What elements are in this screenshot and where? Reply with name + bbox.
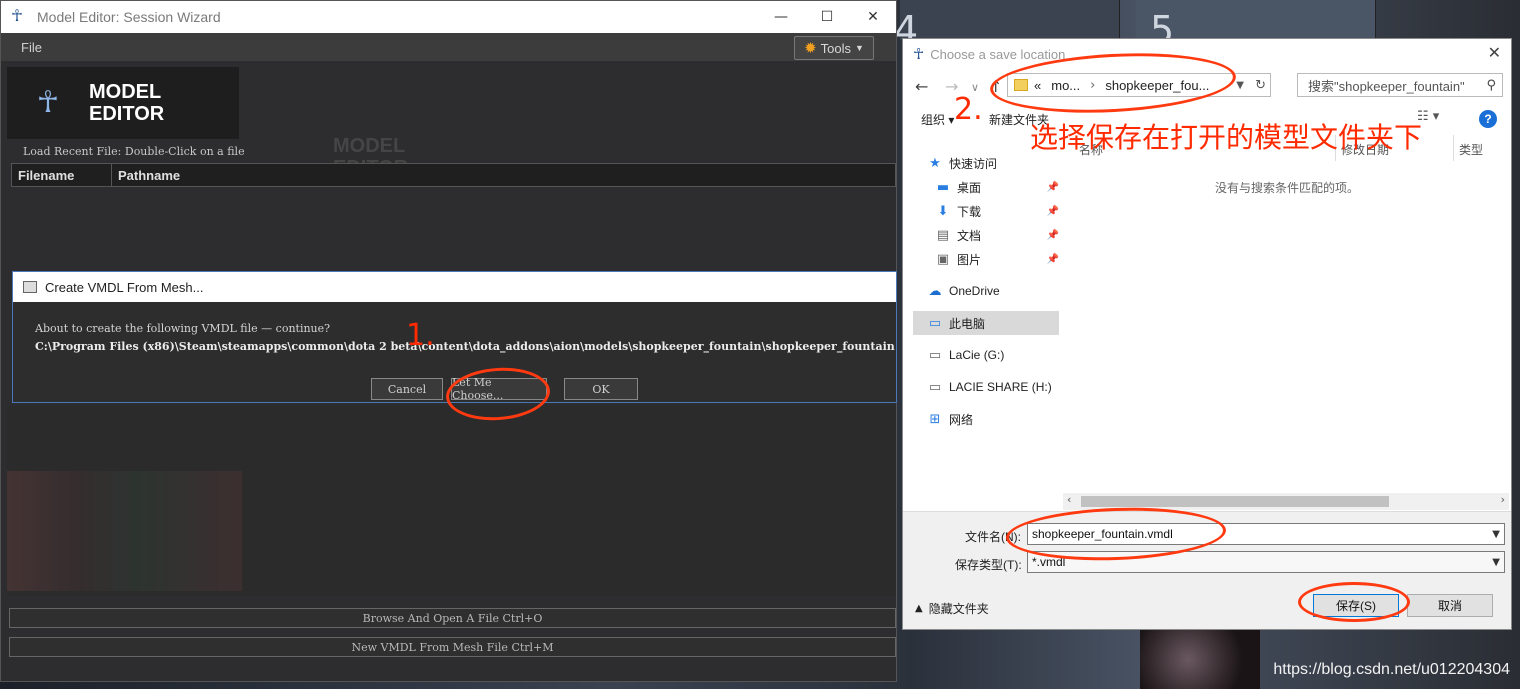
- cancel-button[interactable]: 取消: [1407, 594, 1493, 617]
- chevron-down-icon: ▼: [855, 43, 864, 53]
- annotation-step-1: 1.: [406, 318, 435, 353]
- chevron-up-icon: ▲: [915, 603, 923, 614]
- chevron-down-icon[interactable]: ▼: [1236, 80, 1244, 91]
- search-input[interactable]: 搜索"shopkeeper_fountain" ⚲: [1297, 73, 1503, 97]
- back-arrow-icon[interactable]: ←: [915, 77, 928, 96]
- picture-icon: ▣: [936, 251, 950, 267]
- column-separator: [1453, 135, 1454, 161]
- dialog-title-bar[interactable]: Create VMDL From Mesh...: [13, 272, 896, 302]
- nav-item-lacie-share[interactable]: ▭ LACIE SHARE (H:): [913, 375, 1059, 399]
- annotation-step-2: 2.: [954, 92, 983, 127]
- dialog-title: Choose a save location: [930, 46, 1066, 62]
- recent-files-header: Filename Pathname: [11, 163, 896, 187]
- refresh-icon[interactable]: ↻: [1255, 78, 1266, 93]
- computer-icon: ▭: [928, 315, 942, 331]
- pin-icon[interactable]: 📌: [1047, 230, 1059, 241]
- tools-label: Tools: [820, 40, 851, 56]
- column-pathname[interactable]: Pathname: [112, 164, 895, 186]
- filetype-label: 保存类型(T):: [955, 558, 1022, 572]
- nav-item-pictures[interactable]: ▣ 图片 📌: [913, 247, 1059, 271]
- drive-icon: ▭: [928, 379, 942, 395]
- cloud-icon: ☁: [928, 283, 942, 299]
- hide-folders-toggle[interactable]: ▲ 隐藏文件夹: [915, 600, 989, 617]
- network-icon: ⊞: [929, 411, 941, 427]
- logo-text: MODEL EDITOR: [89, 81, 165, 125]
- chevron-down-icon[interactable]: ▼: [1492, 529, 1500, 540]
- nav-item-this-pc[interactable]: ▭ 此电脑: [913, 311, 1059, 335]
- annotation-circle: [1298, 582, 1410, 622]
- scroll-left-icon[interactable]: ‹: [1067, 493, 1071, 506]
- help-icon[interactable]: ?: [1479, 110, 1497, 128]
- star-icon: ★: [929, 155, 941, 171]
- cancel-button[interactable]: Cancel: [371, 378, 443, 400]
- menu-bar: File ✹ Tools ▼: [1, 33, 896, 61]
- document-icon: ▤: [936, 227, 950, 243]
- desktop-icon: ▬: [936, 179, 950, 195]
- scrollbar-thumb[interactable]: [1081, 496, 1389, 507]
- robot-icon: ☥: [36, 86, 60, 119]
- chevron-down-icon[interactable]: ▼: [1492, 557, 1500, 568]
- annotation-instruction: 选择保存在打开的模型文件夹下: [1030, 121, 1423, 154]
- nav-item-downloads[interactable]: ⬇ 下载 📌: [913, 199, 1059, 223]
- nav-item-lacie-g[interactable]: ▭ LaCie (G:): [913, 343, 1059, 367]
- gear-icon: ✹: [804, 40, 817, 57]
- drive-icon: ▭: [928, 347, 942, 363]
- nav-item-onedrive[interactable]: ☁ OneDrive: [913, 279, 1059, 303]
- nav-item-network[interactable]: ⊞ 网络: [913, 407, 1059, 431]
- column-type[interactable]: 类型: [1459, 141, 1483, 158]
- nav-item-documents[interactable]: ▤ 文档 📌: [913, 223, 1059, 247]
- background-character-image: [1140, 630, 1260, 689]
- minimize-button[interactable]: —: [758, 1, 804, 33]
- close-icon[interactable]: ✕: [1488, 43, 1501, 62]
- watermark: https://blog.csdn.net/u012204304: [1273, 661, 1510, 678]
- background-panel: [7, 471, 242, 591]
- pin-icon[interactable]: 📌: [1047, 206, 1059, 217]
- organize-menu[interactable]: 组织 ▾: [921, 111, 954, 128]
- model-editor-app-icon: ☥: [11, 8, 23, 25]
- search-icon[interactable]: ⚲: [1486, 78, 1496, 93]
- model-editor-banner: ☥ MODEL EDITOR: [7, 67, 239, 139]
- empty-results-message: 没有与搜索条件匹配的项。: [1215, 181, 1360, 195]
- pin-icon[interactable]: 📌: [1047, 182, 1059, 193]
- title-bar[interactable]: ☥ Model Editor: Session Wizard — ☐ ✕: [1, 1, 896, 33]
- model-editor-app-icon: ☥: [913, 46, 925, 63]
- pin-icon[interactable]: 📌: [1047, 254, 1059, 265]
- window-icon: [23, 281, 37, 293]
- column-filename[interactable]: Filename: [12, 164, 112, 186]
- vmdl-path: C:\Program Files (x86)\Steam\steamapps\c…: [35, 340, 895, 353]
- new-vmdl-button[interactable]: New VMDL From Mesh File Ctrl+M: [9, 637, 896, 657]
- nav-item-desktop[interactable]: ▬ 桌面 📌: [913, 175, 1059, 199]
- recent-files-label: Load Recent File: Double-Click on a file: [23, 145, 245, 158]
- menu-file[interactable]: File: [21, 40, 42, 55]
- close-button[interactable]: ✕: [850, 1, 896, 33]
- window-title: Model Editor: Session Wizard: [37, 9, 221, 25]
- scroll-right-icon[interactable]: ›: [1501, 493, 1505, 506]
- ok-button[interactable]: OK: [564, 378, 638, 400]
- maximize-button[interactable]: ☐: [804, 1, 850, 33]
- tools-button[interactable]: ✹ Tools ▼: [794, 36, 874, 60]
- browse-open-button[interactable]: Browse And Open A File Ctrl+O: [9, 608, 896, 628]
- download-icon: ⬇: [937, 203, 949, 219]
- background-tile: [900, 0, 1120, 40]
- search-placeholder: 搜索"shopkeeper_fountain": [1308, 78, 1465, 94]
- confirm-question: About to create the following VMDL file …: [35, 322, 331, 335]
- dialog-title: Create VMDL From Mesh...: [45, 279, 204, 295]
